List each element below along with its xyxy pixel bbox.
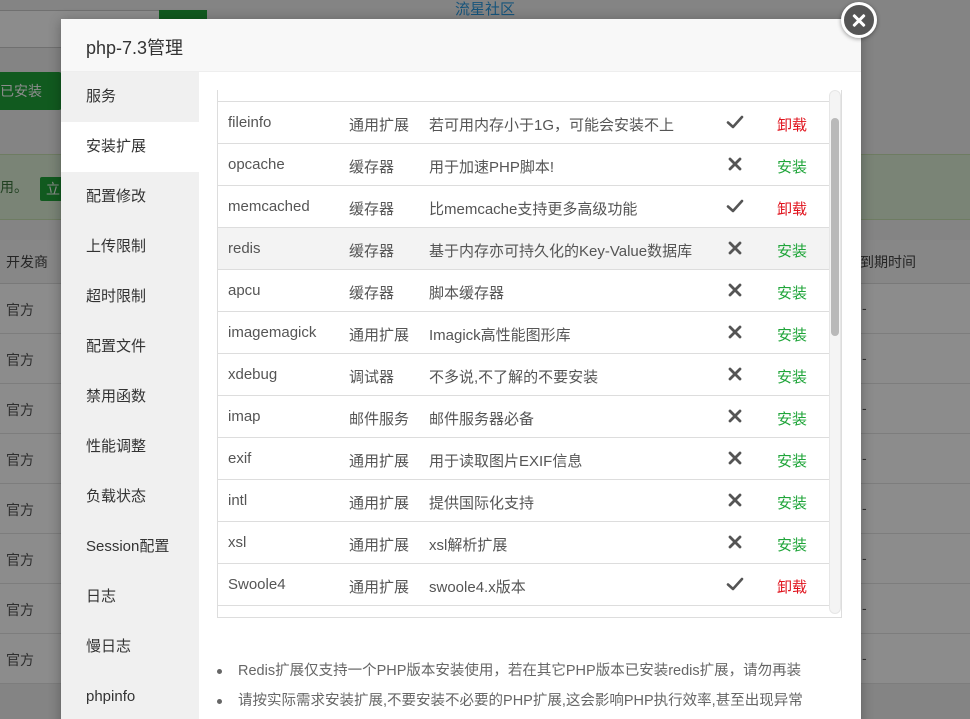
sidebar-item[interactable]: 禁用函数 [61, 372, 199, 422]
extension-type: 通用扩展 [349, 117, 410, 134]
extension-name: xdebug [228, 366, 278, 383]
extension-description: 不多说,不了解的不要安装 [429, 369, 599, 386]
sidebar-item[interactable]: 配置文件 [61, 322, 199, 372]
table-row: xsl 通用扩展 xsl解析扩展 安装 [218, 522, 841, 564]
sidebar-item[interactable]: 超时限制 [61, 272, 199, 322]
dialog-header: php-7.3管理 [61, 19, 861, 72]
uninstall-link[interactable]: 卸载 [777, 576, 807, 597]
sidebar-item[interactable]: 性能调整 [61, 422, 199, 472]
table-row: exif 通用扩展 用于读取图片EXIF信息 安装 [218, 438, 841, 480]
uninstall-link[interactable]: 卸载 [777, 198, 807, 219]
php-manager-dialog: php-7.3管理 服务 安装扩展 配置修改 上传限制 超时限制 配置文件 禁用函数 性能调整… [61, 19, 861, 719]
cross-icon [726, 323, 744, 341]
note-item: 请按实际需求安装扩展,不要安装不必要的PHP扩展,这会影响PHP执行效率,甚至出… [217, 686, 842, 716]
extension-type: 缓存器 [349, 243, 395, 260]
install-link[interactable]: 安装 [777, 450, 807, 471]
cross-icon [726, 491, 744, 509]
sidebar-item[interactable]: 负载状态 [61, 472, 199, 522]
extension-name: xsl [228, 534, 247, 551]
note-item: Redis扩展仅支持一个PHP版本安装使用，若在其它PHP版本已安装redis扩… [217, 656, 842, 686]
uninstall-link[interactable]: 卸载 [777, 114, 807, 135]
table-row: redis 缓存器 基于内存亦可持久化的Key-Value数据库 安装 [218, 228, 841, 270]
settings-sidebar: 服务 安装扩展 配置修改 上传限制 超时限制 配置文件 禁用函数 性能调整 负载状态 Sessio… [61, 72, 199, 719]
extension-description: 脚本缓存器 [429, 285, 505, 302]
extension-type: 通用扩展 [349, 495, 410, 512]
extension-type: 缓存器 [349, 285, 395, 302]
cross-icon [726, 449, 744, 467]
table-row: imap 邮件服务 邮件服务器必备 安装 [218, 396, 841, 438]
extension-description: 用于加速PHP脚本! [429, 159, 555, 176]
cross-icon [726, 281, 744, 299]
sidebar-item[interactable]: phpinfo [61, 672, 199, 719]
extension-description: 基于内存亦可持久化的Key-Value数据库 [429, 243, 693, 260]
notes-list: Redis扩展仅支持一个PHP版本安装使用，若在其它PHP版本已安装redis扩… [217, 656, 842, 719]
install-link[interactable]: 安装 [777, 324, 807, 345]
dialog-title: php-7.3管理 [86, 38, 184, 58]
table-scrollbar[interactable] [829, 90, 841, 614]
install-link[interactable]: 安装 [777, 366, 807, 387]
extension-description: 用于读取图片EXIF信息 [429, 453, 583, 470]
check-icon [726, 113, 744, 131]
table-row: xdebug 调试器 不多说,不了解的不要安装 安装 [218, 354, 841, 396]
table-row: opcache 缓存器 用于加速PHP脚本! 安装 [218, 144, 841, 186]
extension-name: exif [228, 450, 252, 467]
install-link[interactable]: 安装 [777, 534, 807, 555]
extension-name: apcu [228, 282, 261, 299]
check-icon [726, 197, 744, 215]
table-row: Swoole4 通用扩展 swoole4.x版本 卸载 [218, 564, 841, 606]
extension-name: imagemagick [228, 324, 317, 341]
install-link[interactable]: 安装 [777, 282, 807, 303]
extension-type: 通用扩展 [349, 327, 410, 344]
install-link[interactable]: 安装 [777, 240, 807, 261]
table-row: memcached 缓存器 比memcache支持更多高级功能 卸载 [218, 186, 841, 228]
extension-description: 邮件服务器必备 [429, 411, 535, 428]
sidebar-item[interactable]: 服务 [61, 72, 199, 122]
check-icon [726, 575, 744, 593]
extension-name: intl [228, 492, 248, 509]
sidebar-item[interactable]: 配置修改 [61, 172, 199, 222]
scrollbar-thumb[interactable] [831, 118, 839, 336]
extension-description: xsl解析扩展 [429, 537, 508, 554]
extension-description: swoole4.x版本 [429, 579, 526, 596]
extension-type: 通用扩展 [349, 453, 410, 470]
extension-type: 通用扩展 [349, 579, 410, 596]
install-link[interactable]: 安装 [777, 408, 807, 429]
sidebar-item[interactable]: 日志 [61, 572, 199, 622]
table-row: apcu 缓存器 脚本缓存器 安装 [218, 270, 841, 312]
sidebar-item[interactable]: 上传限制 [61, 222, 199, 272]
sidebar-item[interactable]: 安装扩展 [61, 122, 199, 172]
cross-icon [726, 239, 744, 257]
table-row: fileinfo 通用扩展 若可用内存小于1G，可能会安装不上 卸载 [218, 102, 841, 144]
extension-name: Swoole4 [228, 576, 286, 593]
cross-icon [726, 365, 744, 383]
extension-type: 缓存器 [349, 159, 395, 176]
extension-description: 比memcache支持更多高级功能 [429, 201, 638, 218]
table-row: intl 通用扩展 提供国际化支持 安装 [218, 480, 841, 522]
install-link[interactable]: 安装 [777, 492, 807, 513]
close-icon[interactable] [841, 2, 877, 38]
extension-description: Imagick高性能图形库 [429, 327, 571, 344]
extension-description: 提供国际化支持 [429, 495, 535, 512]
extension-type: 邮件服务 [349, 411, 410, 428]
table-row-partial [218, 90, 841, 102]
cross-icon [726, 407, 744, 425]
extension-type: 调试器 [349, 369, 395, 386]
extension-name: fileinfo [228, 114, 272, 131]
extensions-table: fileinfo 通用扩展 若可用内存小于1G，可能会安装不上 卸载 opcache 缓存… [217, 90, 842, 618]
cross-icon [726, 533, 744, 551]
table-row: imagemagick 通用扩展 Imagick高性能图形库 安装 [218, 312, 841, 354]
install-link[interactable]: 安装 [777, 156, 807, 177]
extension-name: imap [228, 408, 261, 425]
extensions-panel: fileinfo 通用扩展 若可用内存小于1G，可能会安装不上 卸载 opcache 缓存… [199, 72, 861, 719]
extension-name: opcache [228, 156, 285, 173]
extension-type: 通用扩展 [349, 537, 410, 554]
extension-name: memcached [228, 198, 310, 215]
extension-name: redis [228, 240, 261, 257]
extension-type: 缓存器 [349, 201, 395, 218]
cross-icon [726, 155, 744, 173]
sidebar-item[interactable]: 慢日志 [61, 622, 199, 672]
extension-description: 若可用内存小于1G，可能会安装不上 [429, 117, 675, 134]
sidebar-item[interactable]: Session配置 [61, 522, 199, 572]
